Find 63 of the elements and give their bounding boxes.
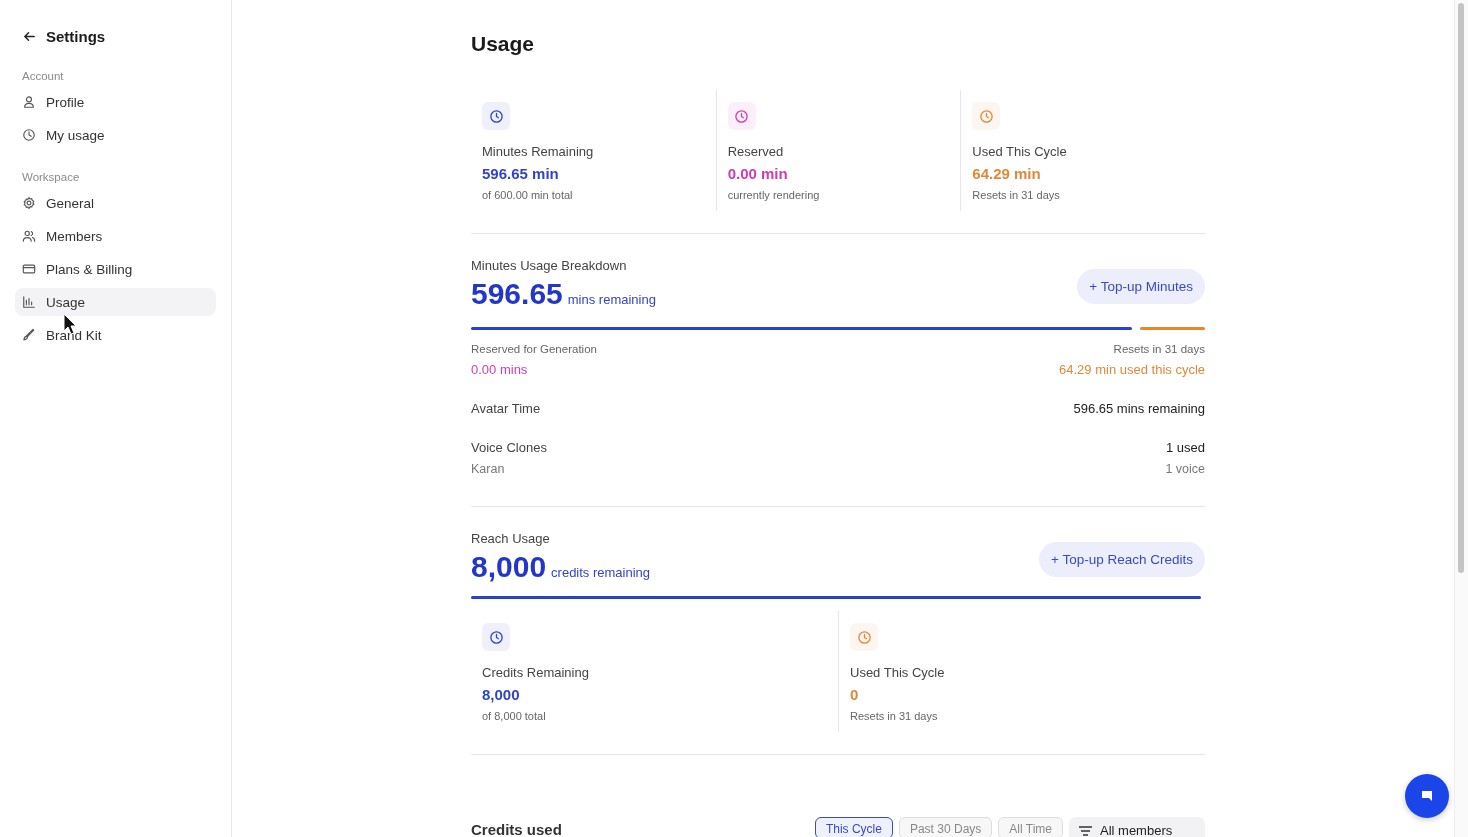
page-title: Usage	[471, 32, 536, 56]
sidebar-item[interactable]: Plans & Billing	[15, 255, 216, 283]
clock-icon	[856, 629, 872, 645]
stat-value: 64.29 min	[972, 165, 1042, 182]
user-icon	[22, 95, 36, 109]
filter-tab[interactable]: This Cycle	[814, 817, 893, 837]
sidebar-item[interactable]: Profile	[15, 88, 216, 116]
section-heading: Account	[21, 70, 65, 82]
clock-icon	[22, 128, 36, 142]
stat-caption: of 600.00 min total	[482, 189, 574, 201]
brush-icon	[22, 328, 36, 342]
row-value: 596.65 mins remaining	[1073, 401, 1205, 416]
stat-value: 8,000	[482, 686, 521, 703]
members-dropdown[interactable]: All members	[1069, 817, 1205, 837]
stat-caption: Resets in 31 days	[972, 189, 1061, 201]
sidebar-item[interactable]: Brand Kit	[15, 321, 216, 349]
clock-icon	[488, 108, 504, 124]
big-value: 8,000	[471, 550, 547, 584]
value-unit: mins remaining	[567, 292, 656, 307]
stat-value: 596.65 min	[482, 165, 560, 182]
section-title: Minutes Usage Breakdown	[471, 258, 628, 273]
stat-label: Used This Cycle	[850, 665, 946, 680]
big-value: 596.65	[471, 277, 563, 311]
row-label: Voice Clones	[471, 440, 547, 455]
row-caption: Karan	[471, 462, 506, 476]
stat-label: Credits Remaining	[482, 665, 590, 680]
stat-caption: of 8,000 total	[482, 710, 547, 722]
back-arrow-icon[interactable]	[22, 29, 37, 44]
settings-icon	[22, 196, 36, 210]
stat-value: 0.00 min	[727, 165, 789, 182]
clock-icon	[978, 108, 994, 124]
stat-label: Minutes Remaining	[482, 144, 595, 159]
stat-label: Reserved	[727, 144, 785, 159]
top-up-button[interactable]: + Top-up Minutes	[1077, 269, 1205, 304]
row-value: 1 used	[1165, 440, 1205, 455]
stat-label: Used This Cycle	[972, 144, 1068, 159]
section-heading: Workspace	[21, 171, 81, 183]
row-label: Avatar Time	[471, 401, 541, 416]
sidebar-item[interactable]: General	[15, 189, 216, 217]
card-icon	[22, 262, 36, 276]
bar-label: Reserved for Generation	[471, 343, 597, 355]
row-caption: 1 voice	[1165, 462, 1205, 476]
clock-icon	[734, 108, 750, 124]
filter-icon	[1079, 825, 1092, 836]
sidebar-item[interactable]: My usage	[15, 121, 216, 149]
bar-label: Resets in 31 days	[1113, 343, 1205, 355]
stat-value: 0	[850, 686, 860, 703]
used-value: 64.29 min used this cycle	[1059, 362, 1205, 377]
reserved-value: 0.00 mins	[471, 362, 528, 377]
section-title: Reach Usage	[471, 531, 551, 546]
chat-icon	[1420, 789, 1434, 803]
sidebar-item[interactable]: Usage	[15, 288, 216, 316]
settings-title: Settings	[46, 28, 106, 45]
users-icon	[22, 229, 36, 243]
chat-button[interactable]	[1405, 774, 1449, 818]
stat-caption: Resets in 31 days	[850, 710, 939, 722]
section-title: Credits used	[471, 821, 562, 837]
chart-icon	[22, 295, 36, 309]
sidebar-item[interactable]: Members	[15, 222, 216, 250]
clock-icon	[488, 629, 504, 645]
stat-caption: currently rendering	[727, 189, 821, 201]
top-up-button[interactable]: + Top-up Reach Credits	[1039, 542, 1205, 577]
value-unit: credits remaining	[551, 565, 651, 580]
